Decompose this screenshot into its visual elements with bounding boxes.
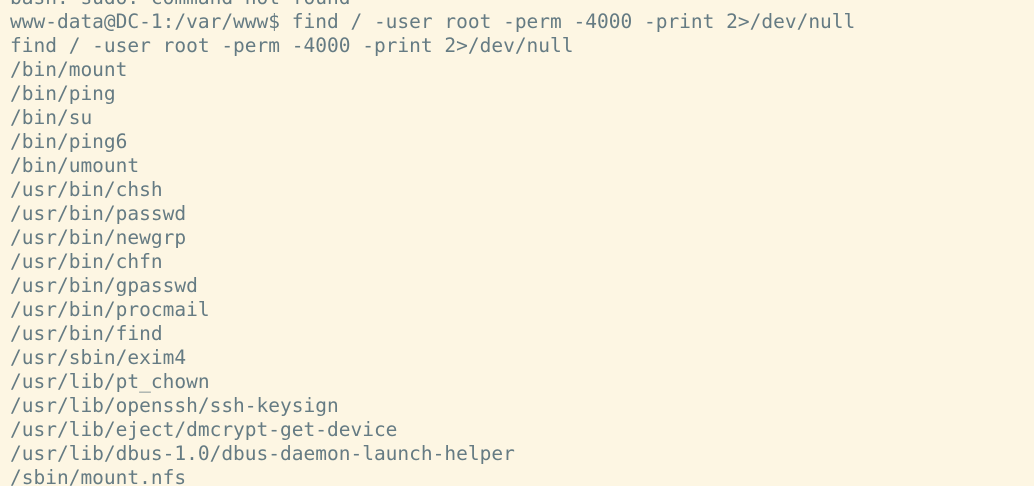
terminal-line-output: /bin/mount	[10, 58, 128, 81]
terminal-line-error: bash: sudo: command not found	[10, 0, 855, 10]
terminal-line-output: /bin/ping6	[10, 130, 128, 153]
terminal-line-output: /sbin/mount.nfs	[10, 466, 187, 486]
terminal-line-output: /bin/ping	[10, 82, 116, 105]
terminal-line-output: /usr/bin/find	[10, 322, 163, 345]
terminal-line-output: /usr/lib/pt_chown	[10, 370, 210, 393]
terminal-line-output: /usr/bin/procmail	[10, 298, 210, 321]
terminal-line-output: /bin/su	[10, 106, 93, 129]
terminal-line-output: /usr/lib/openssh/ssh-keysign	[10, 394, 339, 417]
terminal-line-echo: find / -user root -perm -4000 -print 2>/…	[10, 34, 574, 57]
terminal-line-output: /usr/bin/gpasswd	[10, 274, 198, 297]
terminal-line-output: /usr/lib/dbus-1.0/dbus-daemon-launch-hel…	[10, 442, 515, 465]
terminal-line-output: /usr/bin/chfn	[10, 250, 163, 273]
terminal-window[interactable]: bash: sudo: command not found www-data@D…	[0, 0, 1034, 486]
terminal-line-output: /usr/bin/passwd	[10, 202, 187, 225]
terminal-line-output: /usr/sbin/exim4	[10, 346, 187, 369]
terminal-line-output: /usr/bin/chsh	[10, 178, 163, 201]
terminal-line-output: /bin/umount	[10, 154, 140, 177]
terminal-line-output: /usr/bin/newgrp	[10, 226, 187, 249]
terminal-output[interactable]: bash: sudo: command not found www-data@D…	[10, 0, 855, 486]
terminal-line-output: /usr/lib/eject/dmcrypt-get-device	[10, 418, 398, 441]
terminal-line-prompt-command: www-data@DC-1:/var/www$ find / -user roo…	[10, 10, 856, 33]
